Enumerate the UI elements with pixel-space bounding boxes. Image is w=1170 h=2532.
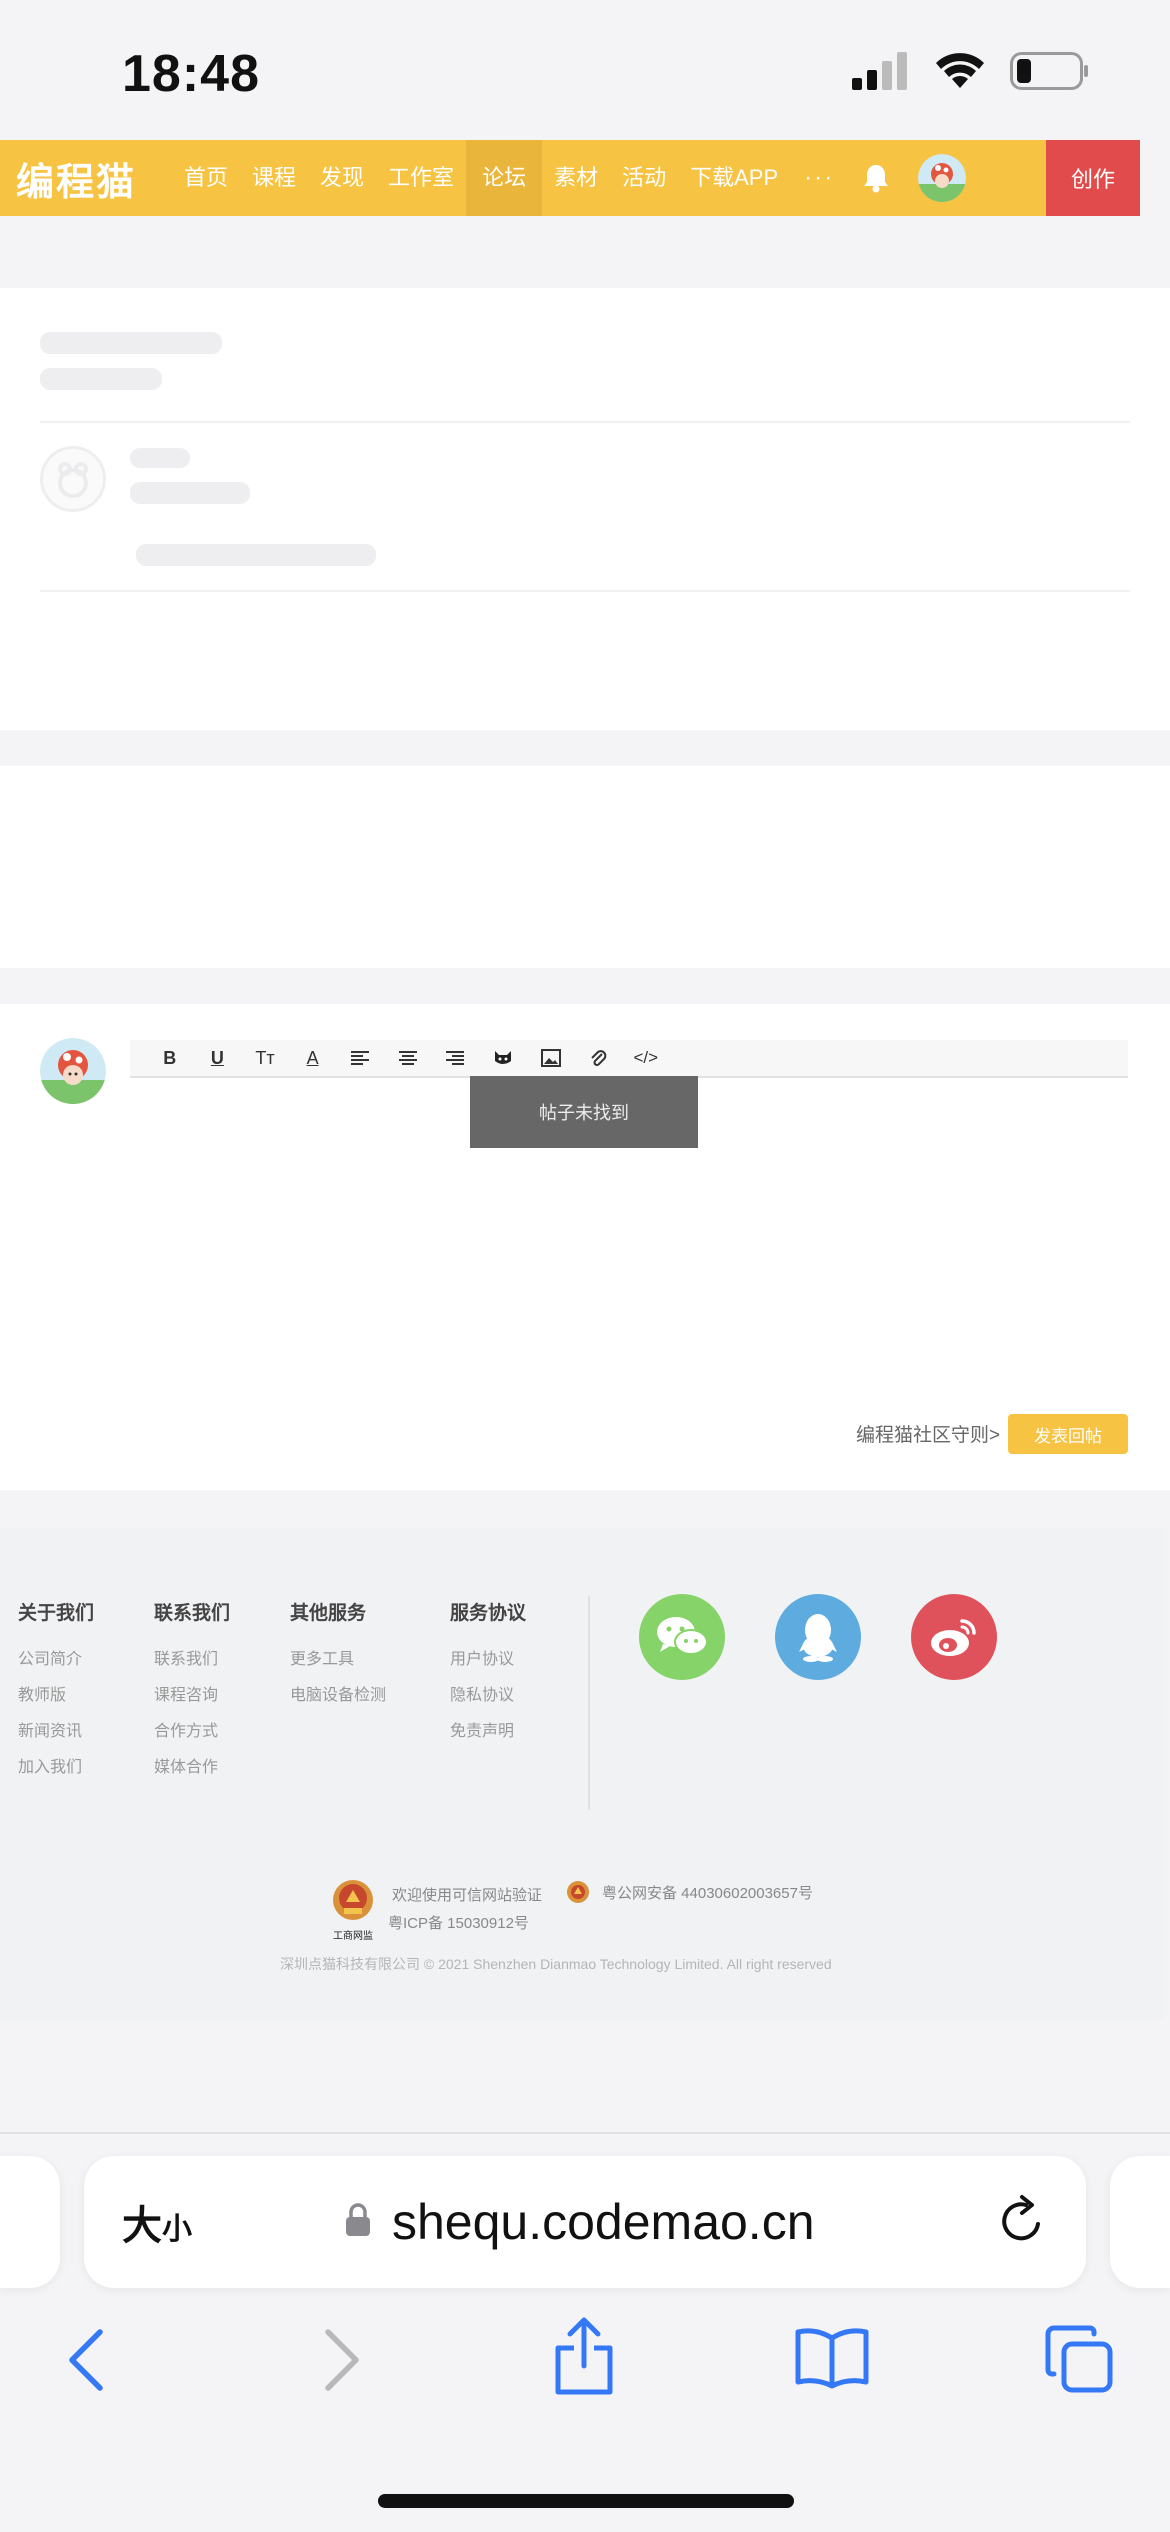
footer-link[interactable]: 加入我们 bbox=[18, 1753, 94, 1776]
post-skeleton-card bbox=[0, 288, 1170, 730]
divider bbox=[40, 421, 1130, 423]
skeleton-content bbox=[136, 544, 376, 566]
empty-card bbox=[0, 766, 1170, 968]
url-text[interactable]: shequ.codemao.cn bbox=[392, 2193, 815, 2251]
align-left-icon[interactable] bbox=[336, 1039, 384, 1077]
image-icon[interactable] bbox=[527, 1039, 575, 1077]
avatar-placeholder-icon bbox=[58, 462, 88, 498]
back-icon[interactable] bbox=[66, 2328, 106, 2397]
footer-link[interactable]: 免责声明 bbox=[450, 1717, 526, 1740]
text-size-button[interactable]: Tт bbox=[241, 1039, 289, 1077]
wechat-icon[interactable] bbox=[639, 1594, 725, 1680]
trusted-site-text[interactable]: 欢迎使用可信网站验证 bbox=[392, 1884, 542, 1905]
nav-item-home[interactable]: 首页 bbox=[172, 140, 240, 216]
nav-item-studio[interactable]: 工作室 bbox=[376, 140, 466, 216]
copyright-text: 深圳点猫科技有限公司 © 2021 Shenzhen Dianmao Techn… bbox=[280, 1956, 832, 1972]
footer-link[interactable]: 联系我们 bbox=[154, 1645, 230, 1668]
codemao-logo[interactable]: 编程猫 bbox=[0, 151, 172, 206]
footer-link[interactable]: 媒体合作 bbox=[154, 1753, 230, 1776]
nav-item-download-app[interactable]: 下载APP bbox=[678, 140, 790, 216]
not-found-toast: 帖子未找到 bbox=[470, 1076, 698, 1148]
bold-button[interactable]: B bbox=[146, 1039, 194, 1077]
police-record-text[interactable]: 粤公网安备 44030602003657号 bbox=[602, 1882, 813, 1903]
font-color-button[interactable]: A bbox=[289, 1039, 337, 1077]
lock-icon bbox=[344, 2202, 372, 2243]
footer-link[interactable]: 新闻资讯 bbox=[18, 1717, 94, 1740]
next-tab-pill[interactable] bbox=[1110, 2156, 1170, 2288]
police-emblem-icon bbox=[566, 1880, 590, 1904]
share-icon[interactable] bbox=[552, 2316, 616, 2401]
forward-icon[interactable] bbox=[322, 2328, 362, 2397]
footer-link[interactable]: 电脑设备检测 bbox=[290, 1681, 386, 1704]
align-right-icon[interactable] bbox=[432, 1039, 480, 1077]
footer-heading: 关于我们 bbox=[18, 1603, 95, 1624]
skeleton-avatar bbox=[40, 446, 106, 512]
divider bbox=[40, 590, 1130, 592]
create-button[interactable]: 创作 bbox=[1046, 140, 1140, 216]
wifi-icon bbox=[936, 53, 984, 88]
footer-col-contact: 联系我们 联系我们 课程咨询 合作方式 媒体合作 bbox=[154, 1598, 230, 1789]
attachment-icon[interactable] bbox=[574, 1039, 622, 1077]
text-size-button[interactable]: 大小 bbox=[122, 2193, 232, 2251]
skeleton-meta bbox=[130, 482, 250, 504]
underline-button[interactable]: U bbox=[194, 1039, 242, 1077]
footer-col-about: 关于我们 公司简介 教师版 新闻资讯 加入我们 bbox=[18, 1598, 94, 1789]
skeleton-subtitle bbox=[40, 368, 162, 390]
footer-link[interactable]: 合作方式 bbox=[154, 1717, 230, 1740]
community-guide-link[interactable]: 编程猫社区守则> bbox=[856, 1420, 1000, 1447]
editor-toolbar: B U Tт A </> bbox=[130, 1040, 1128, 1078]
footer-link[interactable]: 用户协议 bbox=[450, 1645, 526, 1668]
reload-icon[interactable] bbox=[998, 2194, 1046, 2251]
battery-icon bbox=[1010, 52, 1088, 90]
footer-link[interactable]: 更多工具 bbox=[290, 1645, 386, 1668]
previous-tab-pill[interactable] bbox=[0, 2156, 60, 2288]
nav-item-activities[interactable]: 活动 bbox=[610, 140, 678, 216]
cellular-signal-icon bbox=[852, 52, 907, 90]
nav-item-forum[interactable]: 论坛 bbox=[466, 140, 543, 216]
nav-item-courses[interactable]: 课程 bbox=[240, 140, 308, 216]
nav-item-discover[interactable]: 发现 bbox=[308, 140, 376, 216]
top-nav: 编程猫 首页 课程 发现 工作室 论坛 素材 活动 下载APP ··· 创作 bbox=[0, 140, 1140, 216]
user-avatar[interactable] bbox=[918, 154, 967, 202]
reply-user-avatar bbox=[40, 1038, 106, 1104]
tabs-icon[interactable] bbox=[1044, 2324, 1114, 2399]
icp-text[interactable]: 粤ICP备 15030912号 bbox=[388, 1912, 529, 1933]
status-icons bbox=[852, 52, 1090, 90]
bell-icon[interactable] bbox=[848, 140, 904, 216]
footer-link[interactable]: 公司简介 bbox=[18, 1645, 94, 1668]
status-time: 18:48 bbox=[122, 45, 260, 103]
footer-link[interactable]: 教师版 bbox=[18, 1681, 94, 1704]
footer-col-agreements: 服务协议 用户协议 隐私协议 免责声明 bbox=[450, 1598, 526, 1753]
footer-heading: 联系我们 bbox=[154, 1603, 231, 1624]
emoji-cat-icon[interactable] bbox=[479, 1039, 527, 1077]
submit-reply-button[interactable]: 发表回帖 bbox=[1008, 1414, 1128, 1454]
weibo-icon[interactable] bbox=[911, 1594, 997, 1680]
code-button[interactable]: </> bbox=[622, 1039, 670, 1077]
footer-col-services: 其他服务 更多工具 电脑设备检测 bbox=[290, 1598, 386, 1717]
trust-badge-label: 工商网监 bbox=[333, 1931, 373, 1942]
bookmarks-icon[interactable] bbox=[794, 2326, 870, 2395]
home-indicator bbox=[378, 2494, 794, 2508]
more-menu-button[interactable]: ··· bbox=[790, 164, 848, 192]
footer-divider bbox=[588, 1596, 590, 1810]
skeleton-username bbox=[130, 448, 190, 468]
address-bar[interactable]: 大小 shequ.codemao.cn bbox=[84, 2156, 1086, 2288]
toolbar-separator bbox=[0, 2132, 1170, 2134]
trust-shield-icon: 工商网监 bbox=[330, 1878, 376, 1942]
footer-link[interactable]: 隐私协议 bbox=[450, 1681, 526, 1704]
skeleton-title bbox=[40, 332, 222, 354]
footer-link[interactable]: 课程咨询 bbox=[154, 1681, 230, 1704]
align-center-icon[interactable] bbox=[384, 1039, 432, 1077]
footer-heading: 其他服务 bbox=[290, 1603, 367, 1624]
footer-heading: 服务协议 bbox=[450, 1603, 527, 1624]
nav-item-materials[interactable]: 素材 bbox=[542, 140, 610, 216]
qq-icon[interactable] bbox=[775, 1594, 861, 1680]
